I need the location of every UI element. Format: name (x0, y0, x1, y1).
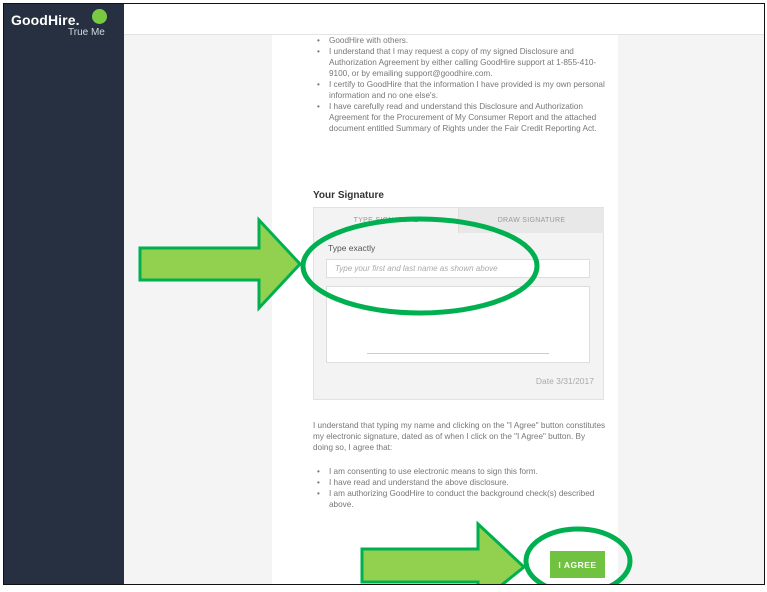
list-item: I am consenting to use electronic means … (314, 466, 604, 477)
signature-heading: Your Signature (313, 190, 384, 201)
brand-tagline: True Me (68, 27, 105, 38)
logo-dot-icon (92, 9, 107, 24)
signature-preview-box (326, 286, 590, 363)
signature-line (367, 353, 549, 354)
i-agree-button[interactable]: I AGREE (550, 551, 605, 578)
sidebar: GoodHire. True Me (4, 4, 124, 584)
list-item: I have carefully read and understand thi… (314, 101, 614, 134)
tab-draw-signature[interactable]: DRAW SIGNATURE (458, 208, 604, 233)
disclosure-terms-list: GoodHire with others. I understand that … (314, 35, 614, 134)
tab-type-signature[interactable]: TYPE SIGNATURE (314, 208, 458, 233)
signature-name-input[interactable] (326, 259, 590, 278)
consent-terms-list: I am consenting to use electronic means … (314, 466, 604, 510)
disclosure-document: GoodHire with others. I understand that … (272, 35, 618, 584)
list-item: GoodHire with others. (314, 35, 614, 46)
signature-date: Date 3/31/2017 (535, 376, 594, 386)
list-item: I certify to GoodHire that the informati… (314, 79, 614, 101)
type-exactly-label: Type exactly (328, 243, 376, 253)
top-bar (124, 4, 764, 35)
goodhire-logo[interactable]: GoodHire. (11, 12, 80, 28)
list-item: I have read and understand the above dis… (314, 477, 604, 488)
app-window: GoodHire. True Me GoodHire with others. … (3, 3, 765, 585)
consent-paragraph: I understand that typing my name and cli… (313, 421, 606, 452)
signature-panel: TYPE SIGNATURE DRAW SIGNATURE Type exact… (313, 207, 604, 400)
list-item: I understand that I may request a copy o… (314, 46, 614, 79)
list-item: I am authorizing GoodHire to conduct the… (314, 488, 604, 510)
